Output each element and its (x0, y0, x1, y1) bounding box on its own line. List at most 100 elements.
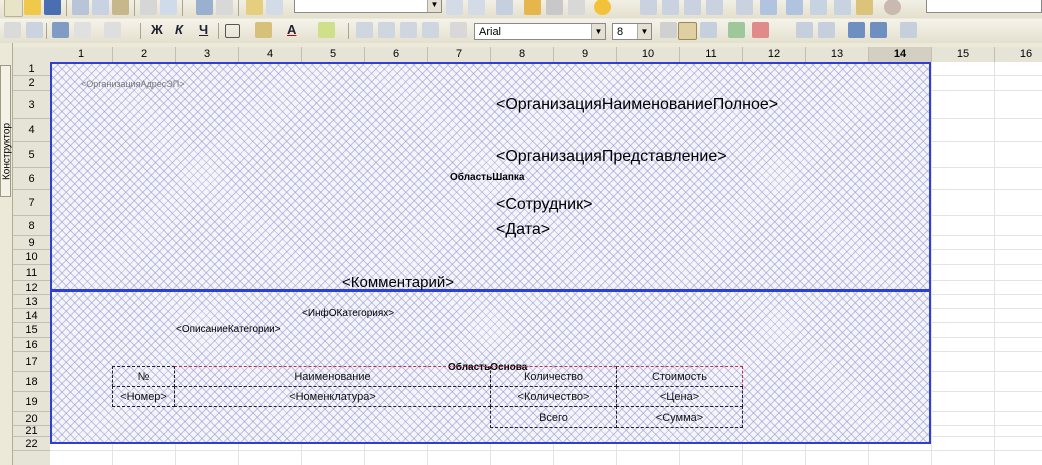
delete-col-icon[interactable] (706, 0, 723, 15)
row-header-cell[interactable]: 12 (13, 281, 50, 295)
row-header-cell[interactable]: 11 (13, 265, 50, 281)
column-header-cell[interactable]: 1 (50, 47, 113, 62)
window-icon[interactable] (496, 0, 513, 15)
table-data-cell[interactable]: <Цена> (616, 386, 743, 407)
column-header-cell[interactable]: 4 (239, 47, 302, 62)
table-header-cell[interactable]: Количество (490, 366, 617, 387)
clock-icon[interactable] (884, 0, 901, 15)
column-header-cell[interactable]: 11 (680, 47, 743, 62)
remove-area-icon[interactable] (752, 22, 769, 38)
wrap-icon[interactable] (450, 22, 467, 38)
org-view-param[interactable]: <ОрганизацияПредставление> (496, 148, 727, 166)
font-name-select[interactable]: Arial ▼ (474, 23, 606, 40)
underline-button[interactable]: Ч (199, 22, 208, 37)
row-header-cell[interactable]: 22 (13, 437, 50, 451)
row-header-cell[interactable]: 6 (13, 168, 50, 190)
unfold-icon[interactable] (834, 0, 851, 15)
properties-icon[interactable] (568, 0, 585, 15)
employee-param[interactable]: <Сотрудник> (496, 196, 592, 214)
row-header-cell[interactable]: 10 (13, 250, 50, 265)
column-header-cell[interactable]: 3 (176, 47, 239, 62)
fill-color-icon[interactable] (255, 22, 272, 38)
toolbar-combobox-right[interactable] (926, 0, 1042, 13)
column-header-cell[interactable]: 13 (806, 47, 869, 62)
column-header-cell[interactable]: 7 (428, 47, 491, 62)
debug-icon[interactable] (524, 0, 541, 15)
justify-icon[interactable] (422, 22, 439, 38)
add-area-icon[interactable] (728, 22, 745, 38)
text-color-button[interactable]: A (287, 22, 296, 37)
delete-row-icon[interactable] (684, 0, 701, 15)
row-header-cell[interactable]: 18 (13, 372, 50, 392)
row-header-cell[interactable]: 1 (13, 62, 50, 76)
row-header-cell[interactable]: 7 (13, 190, 50, 216)
page-icon[interactable] (104, 22, 121, 38)
italic-button[interactable]: К (175, 22, 183, 37)
row-header-cell[interactable]: 21 (13, 426, 50, 437)
column-header-cell[interactable]: 12 (743, 47, 806, 62)
info-icon[interactable] (594, 0, 611, 15)
category-info-param[interactable]: <ИнфОКатегориях> (302, 308, 394, 319)
row-header-cell[interactable]: 20 (13, 412, 50, 426)
new-document-icon[interactable] (4, 0, 23, 17)
row-header-cell[interactable]: 17 (13, 352, 50, 372)
column-header-cell[interactable]: 2 (113, 47, 176, 62)
column-header-cell[interactable]: 14 (869, 47, 932, 62)
font-size-select[interactable]: 8 ▼ (612, 23, 652, 40)
page-break-icon[interactable] (796, 22, 813, 38)
column-header-cell[interactable]: 16 (995, 47, 1042, 62)
redo-icon[interactable] (216, 0, 233, 15)
grid-toggle-icon[interactable] (678, 22, 697, 40)
align-left-icon[interactable] (356, 22, 373, 38)
undo-icon[interactable] (196, 0, 213, 15)
arrow-in-icon[interactable] (848, 22, 865, 38)
arrow-out-icon[interactable] (870, 22, 887, 38)
select-all-corner[interactable] (13, 47, 51, 63)
align-right-icon[interactable] (400, 22, 417, 38)
fold-icon[interactable] (810, 0, 827, 15)
date-param[interactable]: <Дата> (496, 221, 550, 239)
column-header-cell[interactable]: 10 (617, 47, 680, 62)
spreadsheet-canvas[interactable]: <ОрганизацияАдресЭП> <ОрганизацияНаимено… (50, 62, 1042, 465)
search-combobox[interactable]: ▼ (294, 0, 442, 13)
column-header-cell[interactable]: 8 (491, 47, 554, 62)
table-total-value[interactable]: <Сумма> (616, 406, 743, 428)
open-folder-icon[interactable] (24, 0, 41, 15)
form-icon[interactable] (74, 22, 91, 38)
align-center-icon[interactable] (378, 22, 395, 38)
column-header-cell[interactable]: 9 (554, 47, 617, 62)
save-icon[interactable] (44, 0, 61, 15)
find-prev-icon[interactable] (468, 0, 485, 15)
highlight-icon[interactable] (318, 22, 335, 38)
copy-icon[interactable] (92, 0, 109, 15)
find-icon[interactable] (246, 0, 263, 15)
font-grow-icon[interactable] (660, 22, 677, 38)
table-header-cell[interactable]: № (112, 366, 175, 387)
tools-icon[interactable] (546, 0, 563, 15)
print-icon[interactable] (140, 0, 157, 15)
print-area-icon[interactable] (818, 22, 835, 38)
sidebar-tab-constructor[interactable]: Конструктор (0, 65, 13, 197)
table-icon[interactable] (26, 22, 43, 38)
org-address-param[interactable]: <ОрганизацияАдресЭП> (81, 79, 185, 89)
row-header-cell[interactable]: 15 (13, 323, 50, 338)
column-header-cell[interactable]: 15 (932, 47, 995, 62)
layout-icon[interactable] (786, 0, 803, 15)
search-icon[interactable] (266, 0, 283, 15)
settings-icon[interactable] (900, 22, 917, 38)
comment-param[interactable]: <Комментарий> (342, 274, 454, 291)
table-data-cell[interactable]: <Номер> (112, 386, 175, 407)
row-header-cell[interactable]: 5 (13, 142, 50, 168)
mark-icon[interactable] (760, 0, 777, 15)
view-icon[interactable] (4, 22, 21, 38)
category-desc-param[interactable]: <ОписаниеКатегории> (176, 324, 281, 335)
group-icon[interactable] (736, 0, 753, 15)
table-header-cell[interactable]: Наименование (174, 366, 491, 387)
borders-icon[interactable] (225, 24, 240, 38)
merge-icon[interactable] (700, 22, 717, 38)
insert-row-icon[interactable] (640, 0, 657, 15)
database-icon[interactable] (52, 22, 69, 38)
table-data-cell[interactable]: <Номенклатура> (174, 386, 491, 407)
paste-icon[interactable] (112, 0, 129, 15)
insert-col-icon[interactable] (662, 0, 679, 15)
